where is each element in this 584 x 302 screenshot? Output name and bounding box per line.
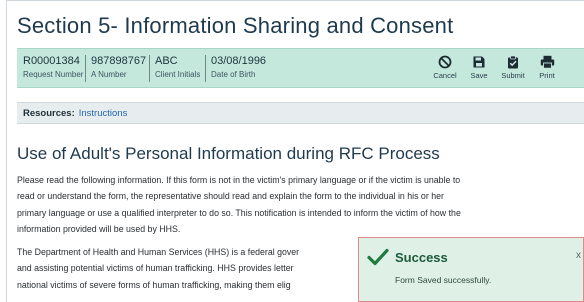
paragraph-line: Please read the following information. I… [17, 175, 461, 185]
checkmark-icon [367, 248, 389, 266]
intro-paragraph: Please read the following information. I… [17, 172, 582, 237]
paragraph-line: national victims of severe forms of huma… [17, 279, 291, 290]
paragraph-line: information provided will be used by HHS… [17, 223, 181, 234]
paragraph-line: and assisting potential victims of human… [17, 263, 294, 274]
cancel-button[interactable]: Cancel [429, 55, 461, 80]
cancel-icon [438, 55, 452, 69]
resources-label: Resources: [23, 108, 75, 119]
info-value: 987898767 [91, 55, 147, 67]
save-icon [473, 56, 485, 68]
info-label: Request Number [23, 70, 84, 79]
save-label: Save [470, 71, 488, 80]
info-client-initials: ABC Client Initials [155, 55, 200, 79]
success-toast: Success Form Saved successfully. x [358, 237, 584, 302]
toast-message: Form Saved successfully. [395, 275, 492, 285]
toast-title: Success [395, 250, 448, 265]
submit-label: Submit [501, 71, 525, 80]
paragraph-line: The Department of Health and Human Servi… [17, 247, 300, 257]
resources-bar: Resources: Instructions [17, 102, 584, 124]
info-value: R00001384 [23, 55, 80, 67]
client-info-bar: R00001384 Request Number 987898767 A Num… [17, 48, 584, 88]
info-label: A Number [91, 70, 127, 79]
paragraph-line: primary language or use a qualified inte… [17, 207, 461, 218]
section-heading: Use of Adult's Personal Information duri… [17, 144, 440, 163]
paragraph-line: read or understand the form, the represe… [17, 191, 444, 202]
page-title: Section 5- Information Sharing and Conse… [17, 13, 454, 38]
divider [149, 55, 150, 82]
toast-close-button[interactable]: x [576, 250, 581, 261]
info-value: 03/08/1996 [211, 55, 267, 67]
divider [205, 55, 206, 82]
print-icon [540, 55, 554, 69]
info-date-of-birth: 03/08/1996 Date of Birth [211, 55, 266, 79]
print-button[interactable]: Print [531, 55, 563, 80]
submit-button[interactable]: Submit [497, 55, 529, 80]
info-label: Client Initials [155, 70, 201, 79]
info-request-number: R00001384 Request Number [23, 55, 83, 79]
submit-icon [508, 55, 518, 69]
cancel-label: Cancel [433, 71, 457, 80]
instructions-link[interactable]: Instructions [79, 108, 128, 119]
print-label: Print [539, 71, 555, 80]
save-button[interactable]: Save [463, 55, 495, 80]
hhs-paragraph: The Department of Health and Human Servi… [17, 244, 362, 293]
divider [85, 55, 86, 82]
info-value: ABC [155, 55, 178, 67]
info-a-number: 987898767 A Number [91, 55, 146, 79]
info-label: Date of Birth [211, 70, 256, 79]
